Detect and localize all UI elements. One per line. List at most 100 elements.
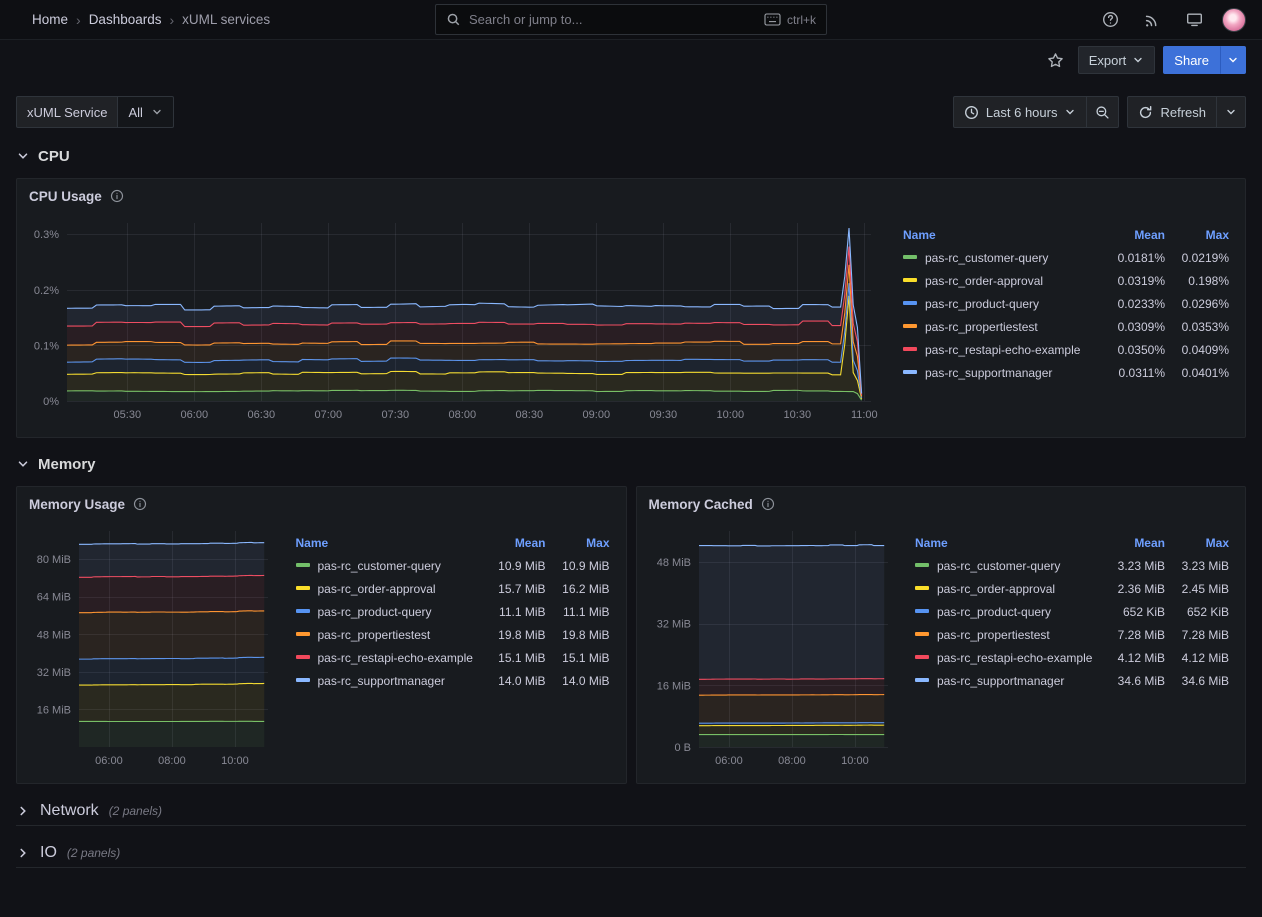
- series-name: pas-rc_order-approval: [937, 582, 1055, 596]
- legend-header-max[interactable]: Max: [546, 536, 610, 550]
- series-marker: [915, 632, 929, 636]
- chevron-down-icon: [16, 457, 30, 471]
- legend-header-mean[interactable]: Mean: [474, 536, 546, 550]
- series-mean: 7.28 MiB: [1093, 628, 1165, 642]
- info-icon[interactable]: [110, 189, 124, 203]
- series-marker: [903, 255, 917, 259]
- export-button[interactable]: Export: [1078, 46, 1156, 74]
- search-input[interactable]: Search or jump to... ctrl+k: [435, 4, 827, 35]
- breadcrumb-home[interactable]: Home: [32, 12, 68, 27]
- series-mean: 34.6 MiB: [1093, 674, 1165, 688]
- memory-usage-chart[interactable]: [23, 521, 278, 773]
- time-range-button[interactable]: Last 6 hours: [953, 96, 1088, 128]
- help-button[interactable]: [1096, 6, 1124, 34]
- monitor-icon: [1186, 11, 1203, 28]
- legend-row[interactable]: pas-rc_propertiestest7.28 MiB7.28 MiB: [915, 623, 1229, 646]
- series-max: 0.0401%: [1165, 366, 1229, 380]
- memory-cached-legend: NameMeanMax pas-rc_customer-query 3.23 MiB…: [897, 521, 1237, 773]
- series-name: pas-rc_customer-query: [925, 251, 1048, 265]
- refresh-icon: [1138, 105, 1153, 120]
- variable-value-dropdown[interactable]: All: [118, 96, 173, 128]
- series-mean: 0.0311%: [1093, 366, 1165, 380]
- series-name: pas-rc_customer-query: [937, 559, 1060, 573]
- legend-header-mean[interactable]: Mean: [1093, 228, 1165, 242]
- legend-header-name[interactable]: Name: [903, 228, 1093, 242]
- legend-row[interactable]: pas-rc_product-query0.0233%0.0296%: [903, 292, 1229, 315]
- series-marker: [296, 563, 310, 567]
- series-mean: 14.0 MiB: [474, 674, 546, 688]
- panel-title[interactable]: CPU Usage: [29, 189, 102, 204]
- panel-title[interactable]: Memory Usage: [29, 497, 125, 512]
- news-button[interactable]: [1138, 6, 1166, 34]
- section-io[interactable]: IO (2 panels): [16, 838, 1246, 868]
- dashboard-controls: xUML Service All: [16, 96, 1246, 128]
- series-name: pas-rc_customer-query: [318, 559, 441, 573]
- memory-cached-chart[interactable]: [643, 521, 898, 773]
- section-memory[interactable]: Memory: [16, 450, 1246, 478]
- time-picker-group: Last 6 hours: [953, 96, 1120, 128]
- chevron-right-icon: [16, 804, 30, 818]
- dashboard-body: xUML Service All: [0, 80, 1262, 868]
- user-avatar[interactable]: [1222, 8, 1246, 32]
- legend-row[interactable]: pas-rc_supportmanager14.0 MiB14.0 MiB: [296, 669, 610, 692]
- panel-title[interactable]: Memory Cached: [649, 497, 753, 512]
- search-shortcut: ctrl+k: [764, 13, 816, 27]
- legend-row[interactable]: pas-rc_order-approval0.0319%0.198%: [903, 269, 1229, 292]
- zoom-out-icon: [1095, 105, 1110, 120]
- legend-row[interactable]: pas-rc_restapi-echo-example4.12 MiB4.12 …: [915, 646, 1229, 669]
- tv-mode-button[interactable]: [1180, 6, 1208, 34]
- legend-header-name[interactable]: Name: [296, 536, 474, 550]
- share-button[interactable]: Share: [1163, 46, 1220, 74]
- section-cpu[interactable]: CPU: [16, 142, 1246, 170]
- legend-row[interactable]: pas-rc_propertiestest0.0309%0.0353%: [903, 315, 1229, 338]
- legend-row[interactable]: pas-rc_customer-query0.0181%0.0219%: [903, 246, 1229, 269]
- series-name: pas-rc_supportmanager: [937, 674, 1064, 688]
- cpu-usage-chart[interactable]: [23, 213, 885, 427]
- legend-row[interactable]: pas-rc_customer-query3.23 MiB3.23 MiB: [915, 554, 1229, 577]
- legend-row[interactable]: pas-rc_customer-query10.9 MiB10.9 MiB: [296, 554, 610, 577]
- breadcrumb-dashboards[interactable]: Dashboards: [89, 12, 162, 27]
- legend-header-name[interactable]: Name: [915, 536, 1093, 550]
- legend-header-max[interactable]: Max: [1165, 536, 1229, 550]
- series-marker: [903, 301, 917, 305]
- legend-row[interactable]: pas-rc_order-approval15.7 MiB16.2 MiB: [296, 577, 610, 600]
- grafana-app: Home › Dashboards › xUML services Search…: [0, 0, 1262, 868]
- refresh-button[interactable]: Refresh: [1127, 96, 1217, 128]
- dashboard-toolbar: Export Share: [0, 40, 1262, 80]
- chevron-down-icon: [1225, 106, 1237, 118]
- zoom-out-button[interactable]: [1086, 96, 1119, 128]
- breadcrumb-separator-icon: ›: [76, 12, 81, 28]
- legend-header-max[interactable]: Max: [1165, 228, 1229, 242]
- section-network[interactable]: Network (2 panels): [16, 796, 1246, 826]
- refresh-interval-button[interactable]: [1216, 96, 1246, 128]
- legend-row[interactable]: pas-rc_order-approval2.36 MiB2.45 MiB: [915, 577, 1229, 600]
- share-menu-button[interactable]: [1220, 46, 1246, 74]
- legend-row[interactable]: pas-rc_restapi-echo-example15.1 MiB15.1 …: [296, 646, 610, 669]
- panel-header: Memory Cached: [637, 487, 1246, 521]
- series-max: 0.0353%: [1165, 320, 1229, 334]
- series-max: 3.23 MiB: [1165, 559, 1229, 573]
- panel-body: NameMeanMax pas-rc_customer-query 3.23 MiB…: [637, 521, 1246, 779]
- chevron-down-icon: [16, 149, 30, 163]
- legend-row[interactable]: pas-rc_product-query652 KiB652 KiB: [915, 600, 1229, 623]
- legend-header-mean[interactable]: Mean: [1093, 536, 1165, 550]
- navbar-actions: [1096, 6, 1246, 34]
- series-marker: [915, 678, 929, 682]
- legend-row[interactable]: pas-rc_restapi-echo-example0.0350%0.0409…: [903, 338, 1229, 361]
- legend-row[interactable]: pas-rc_propertiestest19.8 MiB19.8 MiB: [296, 623, 610, 646]
- series-mean: 652 KiB: [1093, 605, 1165, 619]
- series-max: 14.0 MiB: [546, 674, 610, 688]
- series-max: 10.9 MiB: [546, 559, 610, 573]
- legend-row[interactable]: pas-rc_supportmanager0.0311%0.0401%: [903, 361, 1229, 384]
- refresh-group: Refresh: [1127, 96, 1246, 128]
- series-max: 4.12 MiB: [1165, 651, 1229, 665]
- series-marker: [903, 347, 917, 351]
- info-icon[interactable]: [761, 497, 775, 511]
- info-icon[interactable]: [133, 497, 147, 511]
- series-marker: [915, 655, 929, 659]
- legend-row[interactable]: pas-rc_supportmanager34.6 MiB34.6 MiB: [915, 669, 1229, 692]
- star-dashboard-button[interactable]: [1042, 46, 1070, 74]
- legend-row[interactable]: pas-rc_product-query11.1 MiB11.1 MiB: [296, 600, 610, 623]
- series-marker: [296, 586, 310, 590]
- star-icon: [1047, 52, 1064, 69]
